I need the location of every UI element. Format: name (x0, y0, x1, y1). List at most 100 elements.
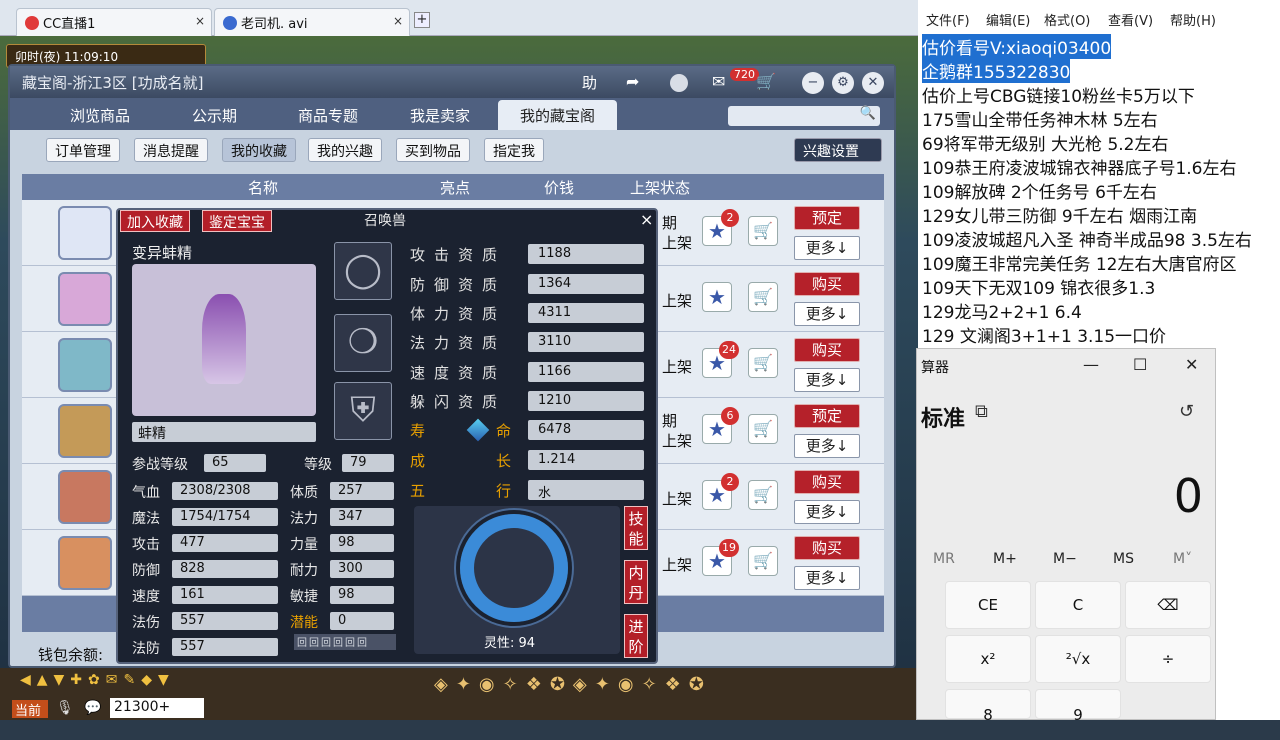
note-line[interactable]: 估价上号CBG链接10粉丝卡5万以下 (922, 82, 1195, 107)
note-line[interactable]: 109魔王非常完美任务 12左右大唐官府区 (922, 250, 1236, 275)
menu-file[interactable]: 文件(F) (926, 10, 970, 29)
current-channel-button[interactable]: 当前 (12, 700, 48, 719)
subnav-favorites[interactable]: 我的收藏 (222, 138, 296, 162)
star-icon[interactable]: ★ 19 (702, 539, 739, 576)
nav-seller[interactable]: 我是卖家 (388, 100, 492, 130)
close-icon[interactable]: ✕ (862, 72, 884, 94)
advance-button[interactable]: 进阶 (624, 614, 648, 658)
search-input[interactable]: 🔍 (728, 106, 880, 126)
equipment-armor-icon[interactable]: ⛨ (334, 382, 392, 440)
menu-edit[interactable]: 编辑(E) (986, 10, 1030, 29)
note-line[interactable]: 企鹅群155322830 (922, 58, 1071, 83)
reserve-button[interactable]: 预定 (794, 404, 860, 428)
note-line[interactable]: 109凌波城超凡入圣 神奇半成品98 3.5左右 (922, 226, 1252, 251)
reserve-button[interactable]: 预定 (794, 206, 860, 230)
star-icon[interactable]: ★ 6 (702, 407, 739, 444)
nav-browse[interactable]: 浏览商品 (48, 100, 152, 130)
star-icon[interactable]: ★ (702, 282, 732, 312)
memory-recall-button[interactable]: MR (933, 551, 955, 567)
memory-add-button[interactable]: M+ (993, 551, 1017, 567)
square-button[interactable]: x² (945, 635, 1031, 683)
add-favorite-button[interactable]: 加入收藏 (120, 210, 190, 232)
history-icon[interactable]: ↺ (1179, 401, 1194, 422)
memory-subtract-button[interactable]: M− (1053, 551, 1077, 567)
inner-core-button[interactable]: 内丹 (624, 560, 648, 604)
sqrt-button[interactable]: ²√x (1035, 635, 1121, 683)
maximize-icon[interactable]: ☐ (1133, 355, 1147, 374)
help-button[interactable]: 助 (582, 72, 597, 93)
note-line[interactable]: 109天下无双109 锦衣很多1.3 (922, 274, 1155, 299)
avatar[interactable] (58, 404, 112, 458)
settings-icon[interactable]: ⚙ (832, 72, 854, 94)
star-icon[interactable]: ★ 24 (702, 341, 739, 378)
microphone-icon[interactable]: 🎙 (56, 700, 74, 716)
close-icon[interactable]: ✕ (1185, 355, 1198, 374)
subnav-assigned[interactable]: 指定我 (484, 138, 544, 162)
close-icon[interactable]: × (640, 210, 653, 229)
more-button[interactable]: 更多↓ (794, 236, 860, 260)
digit-8-button[interactable]: 8 (945, 689, 1031, 724)
close-icon[interactable]: × (393, 14, 403, 28)
memory-store-button[interactable]: MS (1113, 551, 1134, 567)
tab-cc-live[interactable]: CC直播1 × (16, 8, 212, 36)
star-icon[interactable]: ★ 2 (702, 473, 739, 510)
menu-format[interactable]: 格式(O) (1044, 10, 1090, 29)
more-button[interactable]: 更多↓ (794, 368, 860, 392)
note-line[interactable]: 129 文澜阁3+1+1 3.15一口价 (922, 322, 1166, 347)
divide-button[interactable]: ÷ (1125, 635, 1211, 683)
note-line[interactable]: 69将军带无级别 大光枪 5.2左右 (922, 130, 1168, 155)
equipment-ring-icon[interactable]: ◯ (334, 242, 392, 300)
minimize-icon[interactable]: − (802, 72, 824, 94)
avatar[interactable] (58, 206, 112, 260)
more-button[interactable]: 更多↓ (794, 500, 860, 524)
note-line[interactable]: 109恭王府凌波城锦衣神器底子号1.6左右 (922, 154, 1236, 179)
shortcut-arrows-icon[interactable]: ◀▲▼✚✿✉✎◆▼ (20, 672, 175, 688)
note-line[interactable]: 175雪山全带任务神木林 5左右 (922, 106, 1158, 131)
minimize-icon[interactable]: — (1083, 355, 1099, 374)
buy-button[interactable]: 购买 (794, 536, 860, 560)
equipment-necklace-icon[interactable]: ❍ (334, 314, 392, 372)
digit-9-button[interactable]: 9 (1035, 689, 1121, 724)
menu-help[interactable]: 帮助(H) (1170, 10, 1216, 29)
subnav-bought[interactable]: 买到物品 (396, 138, 470, 162)
note-line[interactable]: 109解放碑 2个任务号 6千左右 (922, 178, 1157, 203)
menu-view[interactable]: 查看(V) (1108, 10, 1153, 29)
subnav-interests[interactable]: 我的兴趣 (308, 138, 382, 162)
nav-my-pavilion[interactable]: 我的藏宝阁 (498, 100, 618, 130)
cart-icon[interactable]: 🛒 (748, 546, 778, 576)
interest-settings-button[interactable]: 兴趣设置 (794, 138, 882, 162)
more-button[interactable]: 更多↓ (794, 302, 860, 326)
new-tab-button[interactable]: + (414, 12, 430, 28)
nav-topics[interactable]: 商品专题 (276, 100, 380, 130)
buy-button[interactable]: 购买 (794, 470, 860, 494)
note-line[interactable]: 估价看号V:xiaoqi03400 (922, 34, 1112, 59)
share-icon[interactable]: ➦ (626, 72, 639, 91)
more-button[interactable]: 更多↓ (794, 434, 860, 458)
note-line[interactable]: 129女儿带三防御 9千左右 烟雨江南 (922, 202, 1197, 227)
chat-icon[interactable]: 💬 (84, 700, 101, 716)
tab-video[interactable]: 老司机. avi × (214, 8, 410, 36)
skill-bar-icon[interactable]: ◈✦◉✧❖✪◈✦◉✧❖✪ (434, 674, 712, 695)
avatar[interactable] (58, 470, 112, 524)
avatar[interactable] (58, 338, 112, 392)
clear-entry-button[interactable]: CE (945, 581, 1031, 629)
message-icon[interactable]: ✉ (712, 72, 725, 91)
subnav-messages[interactable]: 消息提醒 (134, 138, 208, 162)
cart-icon[interactable]: 🛒 (748, 480, 778, 510)
avatar[interactable] (58, 536, 112, 590)
buy-button[interactable]: 购买 (794, 272, 860, 296)
star-icon[interactable]: ★ 2 (702, 209, 739, 246)
buy-button[interactable]: 购买 (794, 338, 860, 362)
appraise-button[interactable]: 鉴定宝宝 (202, 210, 272, 232)
record-icon[interactable] (670, 74, 688, 92)
keep-on-top-icon[interactable]: ⧉ (975, 401, 988, 422)
more-button[interactable]: 更多↓ (794, 566, 860, 590)
backspace-button[interactable]: ⌫ (1125, 581, 1211, 629)
clear-button[interactable]: C (1035, 581, 1121, 629)
cart-icon[interactable]: 🛒 (748, 414, 778, 444)
note-line[interactable]: 129龙马2+2+1 6.4 (922, 298, 1082, 323)
cart-icon[interactable]: 🛒 (748, 282, 778, 312)
subnav-orders[interactable]: 订单管理 (46, 138, 120, 162)
avatar[interactable] (58, 272, 112, 326)
cart-icon[interactable]: 🛒 (756, 72, 776, 91)
